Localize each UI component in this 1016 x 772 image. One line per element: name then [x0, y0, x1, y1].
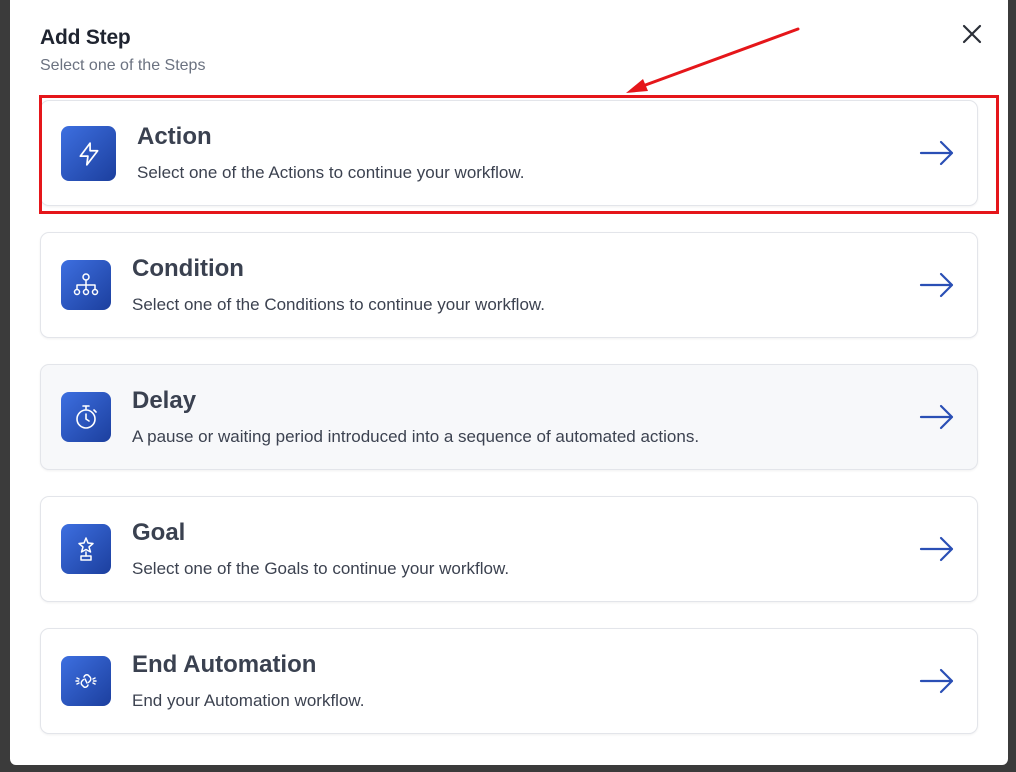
stopwatch-icon: [61, 392, 111, 442]
arrow-right-icon[interactable]: [919, 404, 955, 430]
step-card-goal[interactable]: Goal Select one of the Goals to continue…: [40, 496, 978, 602]
step-title: Goal: [132, 519, 186, 546]
step-card-delay[interactable]: Delay A pause or waiting period introduc…: [40, 364, 978, 470]
close-button[interactable]: [958, 20, 986, 48]
trophy-icon: [61, 524, 111, 574]
step-description: A pause or waiting period introduced int…: [132, 427, 700, 446]
add-step-modal: Add Step Select one of the Steps Action …: [10, 0, 1008, 765]
close-icon: [962, 24, 982, 44]
step-title: Condition: [132, 255, 244, 282]
arrow-right-icon[interactable]: [919, 536, 955, 562]
arrow-right-icon[interactable]: [919, 272, 955, 298]
arrow-right-icon[interactable]: [919, 668, 955, 694]
hierarchy-icon: [61, 260, 111, 310]
unlink-icon: [61, 656, 111, 706]
step-description: End your Automation workflow.: [132, 691, 365, 710]
step-description: Select one of the Conditions to continue…: [132, 295, 545, 314]
step-title: Action: [137, 123, 212, 150]
step-title: End Automation: [132, 651, 317, 678]
modal-subtitle: Select one of the Steps: [40, 57, 206, 74]
step-title: Delay: [132, 387, 197, 414]
arrow-right-icon[interactable]: [919, 140, 955, 166]
modal-title: Add Step: [40, 26, 131, 49]
step-description: Select one of the Goals to continue your…: [132, 559, 510, 578]
step-description: Select one of the Actions to continue yo…: [137, 163, 525, 182]
step-card-condition[interactable]: Condition Select one of the Conditions t…: [40, 232, 978, 338]
step-card-end-automation[interactable]: End Automation End your Automation workf…: [40, 628, 978, 734]
lightning-icon: [61, 126, 116, 181]
step-card-action[interactable]: Action Select one of the Actions to cont…: [40, 100, 978, 206]
